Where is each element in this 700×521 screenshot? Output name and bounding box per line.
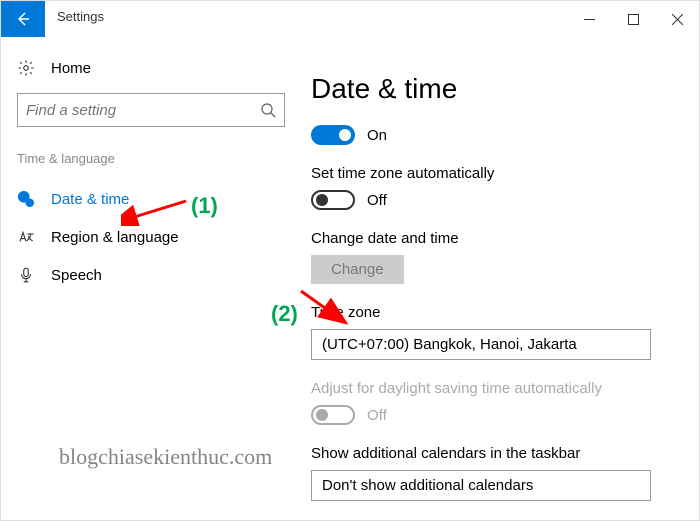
- nav-region-language[interactable]: Region & language: [17, 218, 285, 256]
- window-title: Settings: [45, 1, 116, 37]
- calendars-dropdown[interactable]: Don't show additional calendars: [311, 470, 651, 501]
- back-button[interactable]: [1, 1, 45, 37]
- label-timezone: Time zone: [311, 304, 699, 321]
- toggle-auto-timezone-state: Off: [367, 192, 387, 209]
- label-change-datetime: Change date and time: [311, 230, 699, 247]
- microphone-icon: [17, 266, 35, 284]
- label-auto-timezone: Set time zone automatically: [311, 165, 699, 182]
- minimize-icon: [584, 14, 595, 25]
- home-button[interactable]: Home: [17, 55, 285, 93]
- maximize-icon: [628, 14, 639, 25]
- main-panel: Date & time On Set time zone automatical…: [301, 37, 699, 520]
- toggle-dst-state: Off: [367, 407, 387, 424]
- search-box[interactable]: [17, 93, 285, 127]
- toggle-auto-time-state: On: [367, 127, 387, 144]
- maximize-button[interactable]: [611, 1, 655, 37]
- gear-icon: [17, 59, 35, 77]
- toggle-auto-timezone[interactable]: [311, 190, 355, 210]
- label-additional-calendars: Show additional calendars in the taskbar: [311, 445, 699, 462]
- nav-label: Region & language: [51, 229, 179, 246]
- minimize-button[interactable]: [567, 1, 611, 37]
- nav-date-time[interactable]: Date & time: [17, 180, 285, 218]
- nav-label: Speech: [51, 267, 102, 284]
- toggle-dst: [311, 405, 355, 425]
- clock-globe-icon: [17, 190, 35, 208]
- title-bar: Settings: [1, 1, 699, 37]
- toggle-auto-time[interactable]: [311, 125, 355, 145]
- home-label: Home: [51, 60, 91, 77]
- nav-label: Date & time: [51, 191, 129, 208]
- close-icon: [672, 14, 683, 25]
- sidebar: Home Time & language Date & time Region …: [1, 37, 301, 520]
- change-button[interactable]: Change: [311, 255, 404, 284]
- page-title: Date & time: [311, 73, 699, 105]
- label-dst: Adjust for daylight saving time automati…: [311, 380, 699, 397]
- section-title: Time & language: [17, 151, 285, 166]
- language-icon: [17, 228, 35, 246]
- search-icon: [260, 102, 276, 118]
- search-input[interactable]: [26, 102, 260, 119]
- arrow-left-icon: [15, 11, 31, 27]
- nav-speech[interactable]: Speech: [17, 256, 285, 294]
- timezone-dropdown[interactable]: (UTC+07:00) Bangkok, Hanoi, Jakarta: [311, 329, 651, 360]
- close-button[interactable]: [655, 1, 699, 37]
